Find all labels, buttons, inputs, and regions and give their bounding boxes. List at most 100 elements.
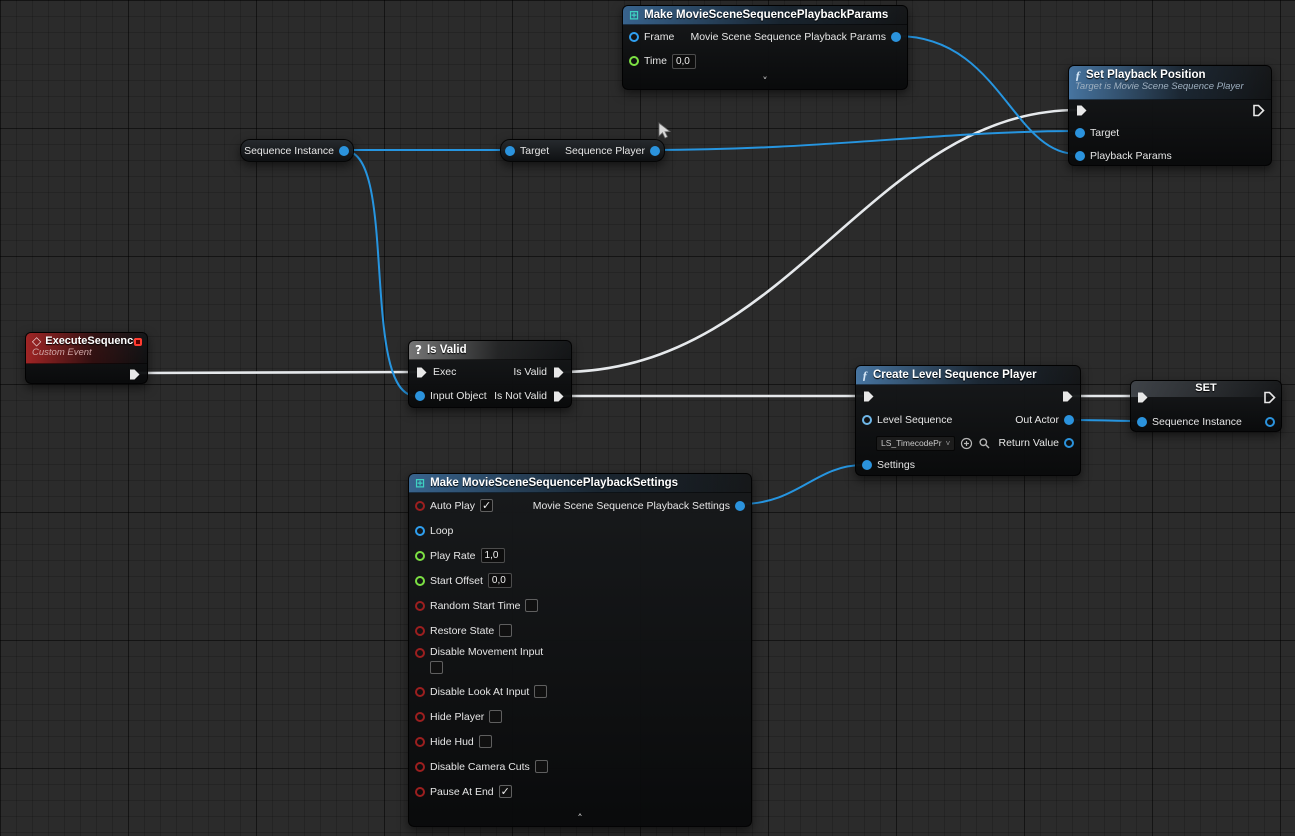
node-header[interactable]: ƒ Create Level Sequence Player <box>856 366 1080 385</box>
pin-start-offset-in[interactable] <box>415 576 425 586</box>
pin-sequence-instance-out[interactable] <box>339 146 349 156</box>
level-sequence-asset-dropdown[interactable]: LS_TimecodePr ˅ <box>876 436 955 451</box>
pin-return-value-out[interactable] <box>1064 438 1074 448</box>
exec-in-pin[interactable] <box>862 390 875 403</box>
pin-loop-label: Loop <box>430 525 453 537</box>
use-selected-asset-icon[interactable] <box>960 437 973 450</box>
pin-frame-in[interactable] <box>629 32 639 42</box>
wire-data-settings-to-createplayer[interactable] <box>741 465 863 504</box>
disable-movement-input-checkbox[interactable] <box>430 661 443 674</box>
pin-sequence-instance-out[interactable] <box>1265 417 1275 427</box>
blueprint-graph-canvas[interactable]: ⊞ Make MovieSceneSequencePlaybackParams … <box>0 0 1295 836</box>
node-is-valid[interactable]: ? Is Valid Exec Is Valid Input Object Is… <box>408 340 572 408</box>
pause-at-end-checkbox[interactable] <box>499 785 512 798</box>
node-header[interactable]: ? Is Valid <box>409 341 571 360</box>
play-rate-input[interactable] <box>481 548 505 563</box>
node-header[interactable]: ⊞ Make MovieSceneSequencePlaybackSetting… <box>409 474 751 493</box>
node-header[interactable]: ƒ Set Playback Position Target is Movie … <box>1069 66 1271 100</box>
pin-playback-params-in[interactable] <box>1075 151 1085 161</box>
pin-settings-out-label: Movie Scene Sequence Playback Settings <box>533 500 730 512</box>
exec-in-pin[interactable] <box>1136 391 1149 404</box>
hide-player-checkbox[interactable] <box>489 710 502 723</box>
pin-pause-at-end-in[interactable] <box>415 787 425 797</box>
pin-sequence-player-out[interactable] <box>650 146 660 156</box>
collapse-advanced-chevron-icon[interactable]: ˄ <box>409 813 751 825</box>
pin-out-actor-label: Out Actor <box>1015 414 1059 426</box>
pin-settings-out[interactable] <box>735 501 745 511</box>
pin-time-in[interactable] <box>629 56 639 66</box>
pin-return-value-label: Return Value <box>998 437 1059 449</box>
random-start-time-checkbox[interactable] <box>525 599 538 612</box>
node-title: Make MovieSceneSequencePlaybackSettings <box>430 477 678 489</box>
expand-advanced-chevron-icon[interactable]: ˅ <box>623 76 907 88</box>
pin-disable-look-at-input-in[interactable] <box>415 687 425 697</box>
pin-disable-camera-cuts-in[interactable] <box>415 762 425 772</box>
auto-play-checkbox[interactable] <box>480 499 493 512</box>
exec-in-pin[interactable] <box>415 366 428 379</box>
wire-data-params-to-playbackparams[interactable] <box>897 36 1077 154</box>
time-value-input[interactable] <box>672 54 696 69</box>
pin-is-valid-label: Is Valid <box>513 366 547 378</box>
custom-event-icon: ◇ <box>32 335 41 347</box>
node-title: SET <box>1131 381 1281 396</box>
pin-target-label: Target <box>520 145 549 157</box>
pin-target-in[interactable] <box>505 146 515 156</box>
wire-data-sequenceinstance-to-inputobject[interactable] <box>346 151 416 396</box>
pin-settings-in[interactable] <box>862 460 872 470</box>
pin-auto-play-label: Auto Play <box>430 500 475 512</box>
node-execute-sequence-event[interactable]: ◇ ExecuteSequence Custom Event <box>25 332 148 384</box>
node-header[interactable]: ◇ ExecuteSequence Custom Event <box>26 333 147 364</box>
node-make-movie-scene-sequence-playback-settings[interactable]: ⊞ Make MovieSceneSequencePlaybackSetting… <box>408 473 752 827</box>
variable-label: Sequence Instance <box>244 145 334 157</box>
node-get-sequence-player[interactable]: Target Sequence Player <box>500 139 665 162</box>
disable-look-at-input-checkbox[interactable] <box>534 685 547 698</box>
node-set-playback-position[interactable]: ƒ Set Playback Position Target is Movie … <box>1068 65 1272 166</box>
node-title: ExecuteSequence <box>45 335 139 347</box>
disable-camera-cuts-checkbox[interactable] <box>535 760 548 773</box>
node-header[interactable]: SET <box>1131 381 1281 397</box>
pin-restore-state-in[interactable] <box>415 626 425 636</box>
pin-sequence-instance-label: Sequence Instance <box>1152 416 1242 428</box>
exec-out-pin[interactable] <box>1263 391 1276 404</box>
exec-out-pin[interactable] <box>1252 104 1265 117</box>
node-set-sequence-instance[interactable]: SET Sequence Instance <box>1130 380 1282 432</box>
node-make-movie-scene-sequence-playback-params[interactable]: ⊞ Make MovieSceneSequencePlaybackParams … <box>622 5 908 90</box>
pin-settings-label: Settings <box>877 459 915 471</box>
pin-auto-play-in[interactable] <box>415 501 425 511</box>
pin-input-object-in[interactable] <box>415 391 425 401</box>
pin-loop-in[interactable] <box>415 526 425 536</box>
restore-state-checkbox[interactable] <box>499 624 512 637</box>
exec-is-valid-out-pin[interactable] <box>552 366 565 379</box>
pin-random-start-time-label: Random Start Time <box>430 600 520 612</box>
exec-out-pin[interactable] <box>128 368 141 381</box>
browse-asset-icon[interactable] <box>978 437 991 450</box>
pin-playback-params-out[interactable] <box>891 32 901 42</box>
pin-random-start-time-in[interactable] <box>415 601 425 611</box>
pin-disable-movement-input-in[interactable] <box>415 648 425 658</box>
exec-is-not-valid-out-pin[interactable] <box>552 390 565 403</box>
function-icon: ƒ <box>1075 69 1081 81</box>
node-header[interactable]: ⊞ Make MovieSceneSequencePlaybackParams <box>623 6 907 25</box>
wire-exec-event-to-isvalid[interactable] <box>137 372 418 373</box>
hide-hud-checkbox[interactable] <box>479 735 492 748</box>
start-offset-input[interactable] <box>488 573 512 588</box>
node-get-sequence-instance[interactable]: Sequence Instance <box>240 139 354 162</box>
pin-playback-params-out-label: Movie Scene Sequence Playback Params <box>690 31 886 43</box>
pin-play-rate-in[interactable] <box>415 551 425 561</box>
pin-hide-player-in[interactable] <box>415 712 425 722</box>
exec-out-pin[interactable] <box>1061 390 1074 403</box>
node-subtitle: Target is Movie Scene Sequence Player <box>1075 81 1244 92</box>
wire-data-outactor-to-set-input[interactable] <box>1072 420 1138 421</box>
pin-level-sequence-in[interactable] <box>862 415 872 425</box>
asset-name: LS_TimecodePr <box>881 438 942 448</box>
pin-sequence-instance-in[interactable] <box>1137 417 1147 427</box>
pin-hide-hud-in[interactable] <box>415 737 425 747</box>
wire-data-sequenceplayer-to-setplayback-target[interactable] <box>654 131 1077 150</box>
pin-out-actor-out[interactable] <box>1064 415 1074 425</box>
node-title: Make MovieSceneSequencePlaybackParams <box>644 9 888 21</box>
mouse-cursor-icon <box>656 122 672 140</box>
pin-target-in[interactable] <box>1075 128 1085 138</box>
pin-restore-state-label: Restore State <box>430 625 494 637</box>
exec-in-pin[interactable] <box>1075 104 1088 117</box>
node-create-level-sequence-player[interactable]: ƒ Create Level Sequence Player Level Seq… <box>855 365 1081 476</box>
